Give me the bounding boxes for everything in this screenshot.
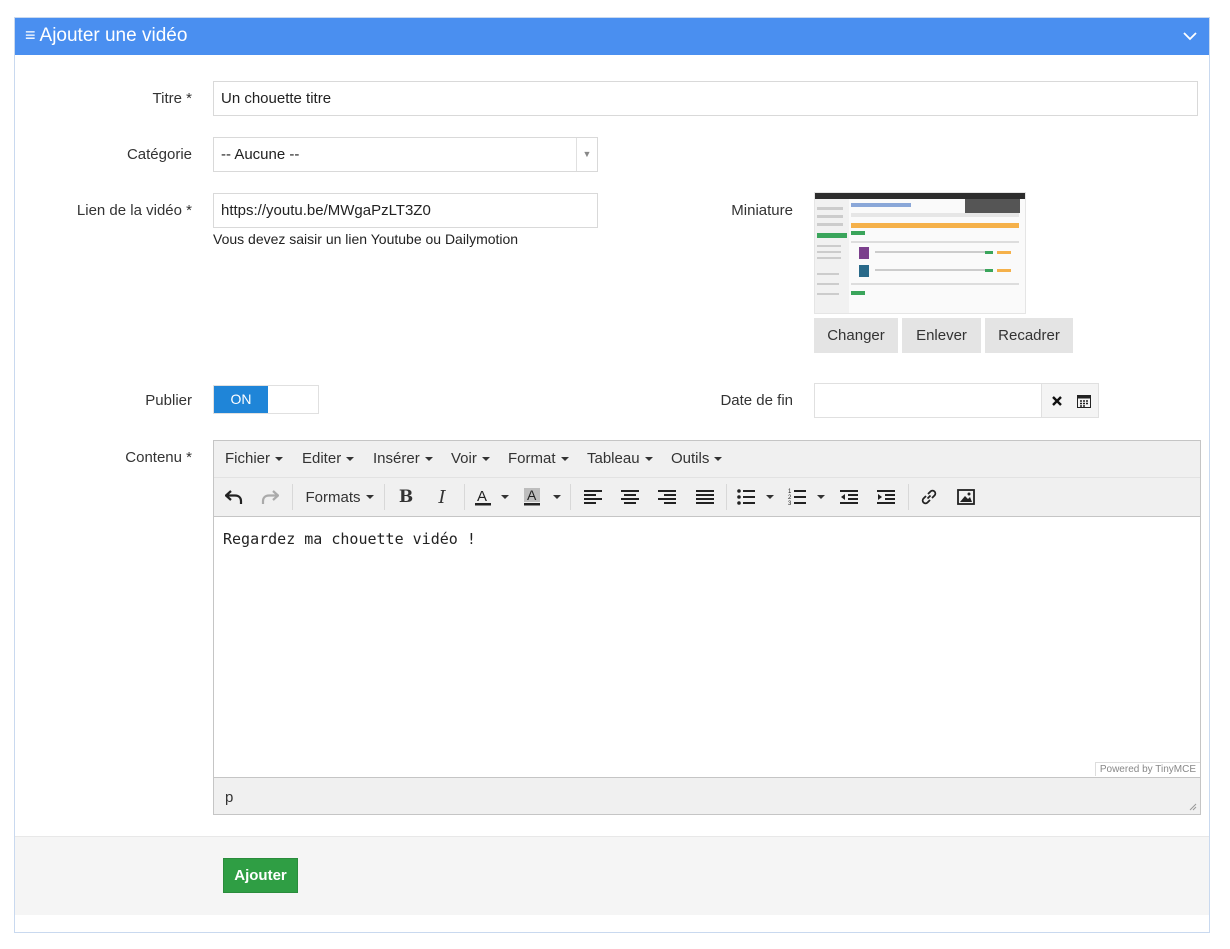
toolbar-separator [384,484,385,510]
italic-icon[interactable]: I [430,485,454,509]
align-justify-icon[interactable] [694,485,716,509]
bold-icon[interactable]: B [394,485,418,509]
formats-dropdown[interactable]: Formats [302,485,377,509]
toolbar-separator [464,484,465,510]
editor-content[interactable]: Regardez ma chouette vidéo ! Powered by … [214,517,1200,776]
numbered-list-dropdown[interactable] [814,485,828,509]
numbered-list-icon[interactable]: 123 [786,485,808,509]
category-label: Catégorie [126,146,192,163]
text-color-icon[interactable]: A [472,485,494,509]
caret-down-icon [560,457,569,462]
caret-down-icon [644,457,653,462]
caret-down-icon [501,495,509,499]
menu-format-label: Format [508,450,556,467]
toolbar-separator [570,484,571,510]
menu-insert[interactable]: Insérer [373,450,433,467]
editor-menubar: Fichier Editer Insérer Voir Format Table… [214,441,1200,478]
background-color-dropdown[interactable] [550,485,564,509]
remove-thumbnail-button[interactable]: Enlever [902,318,981,353]
link-icon[interactable] [918,485,940,509]
content-label: Contenu * [125,449,192,466]
align-right-icon[interactable] [656,485,678,509]
menu-file[interactable]: Fichier [225,450,284,467]
editor-statusbar: p [214,777,1200,814]
caret-down-icon [481,457,490,462]
change-thumbnail-button[interactable]: Changer [814,318,898,353]
publish-toggle[interactable]: ON [213,385,319,414]
end-date-input[interactable] [815,384,1042,417]
calendar-icon[interactable] [1070,384,1098,417]
thumbnail-preview-icon [815,193,1025,313]
menu-table[interactable]: Tableau [587,450,653,467]
category-select[interactable]: -- Aucune -- ▼ [213,137,598,172]
indent-icon[interactable] [875,485,897,509]
formats-label: Formats [305,488,361,506]
text-color-dropdown[interactable] [498,485,512,509]
end-date-label: Date de fin [720,392,793,409]
caret-down-icon [714,457,723,462]
undo-icon[interactable] [222,485,246,509]
editor-text: Regardez ma chouette vidéo ! [223,530,476,548]
menu-tools-label: Outils [671,450,710,467]
end-date-field [814,383,1099,418]
outdent-icon[interactable] [838,485,860,509]
menu-file-label: Fichier [225,450,271,467]
caret-down-icon [817,495,825,499]
menu-view-label: Voir [451,450,477,467]
caret-down-icon [553,495,561,499]
menu-format[interactable]: Format [508,450,569,467]
menu-view[interactable]: Voir [451,450,490,467]
svg-text:A: A [477,488,487,505]
menu-edit-label: Editer [302,450,342,467]
crop-thumbnail-button[interactable]: Recadrer [985,318,1073,353]
background-color-icon[interactable]: A [521,485,543,509]
title-input[interactable] [213,81,1198,116]
toolbar-separator [908,484,909,510]
caret-down-icon [365,495,374,499]
image-icon[interactable] [955,485,977,509]
publish-toggle-on: ON [214,386,268,413]
publish-label: Publier [145,392,192,409]
bullet-list-icon[interactable] [735,485,757,509]
menu-table-label: Tableau [587,450,640,467]
chevron-down-icon[interactable] [1181,27,1199,45]
thumbnail-label: Miniature [731,202,793,219]
panel-header: ≡ Ajouter une vidéo [15,18,1209,55]
caret-down-icon [346,457,355,462]
caret-down-icon [275,457,284,462]
svg-text:3: 3 [788,501,792,506]
toolbar-separator [292,484,293,510]
submit-button[interactable]: Ajouter [223,858,298,893]
category-select-value: -- Aucune -- [221,146,300,163]
clear-date-icon[interactable] [1043,384,1071,417]
element-path[interactable]: p [225,789,233,806]
panel-title-text: Ajouter une vidéo [39,25,188,46]
title-label: Titre * [152,90,192,107]
svg-text:A: A [527,487,537,503]
menu-tools[interactable]: Outils [671,450,723,467]
toolbar-separator [726,484,727,510]
editor-toolbar: Formats B I A A 1 2 3 [214,478,1200,517]
resize-handle-icon[interactable] [1187,801,1197,811]
redo-icon[interactable] [258,485,282,509]
thumbnail-image [814,192,1026,314]
video-link-label: Lien de la vidéo * [76,202,192,219]
align-center-icon[interactable] [619,485,641,509]
menu-bars-icon: ≡ [25,25,36,45]
menu-insert-label: Insérer [373,450,420,467]
form-footer: Ajouter [15,836,1209,915]
powered-by-tinymce[interactable]: Powered by TinyMCE [1094,762,1200,776]
select-arrow-icon: ▼ [576,138,597,171]
caret-down-icon [424,457,433,462]
caret-down-icon [766,495,774,499]
bullet-list-dropdown[interactable] [763,485,777,509]
add-video-panel: ≡Ajouter une vidéo Titre * Catégorie -- … [14,17,1210,933]
rich-text-editor: Fichier Editer Insérer Voir Format Table… [213,440,1201,815]
menu-edit[interactable]: Editer [302,450,355,467]
panel-title: ≡ Ajouter une vidéo [25,25,187,47]
video-link-help: Vous devez saisir un lien Youtube ou Dai… [213,231,519,247]
align-left-icon[interactable] [582,485,604,509]
video-link-input[interactable] [213,193,598,228]
